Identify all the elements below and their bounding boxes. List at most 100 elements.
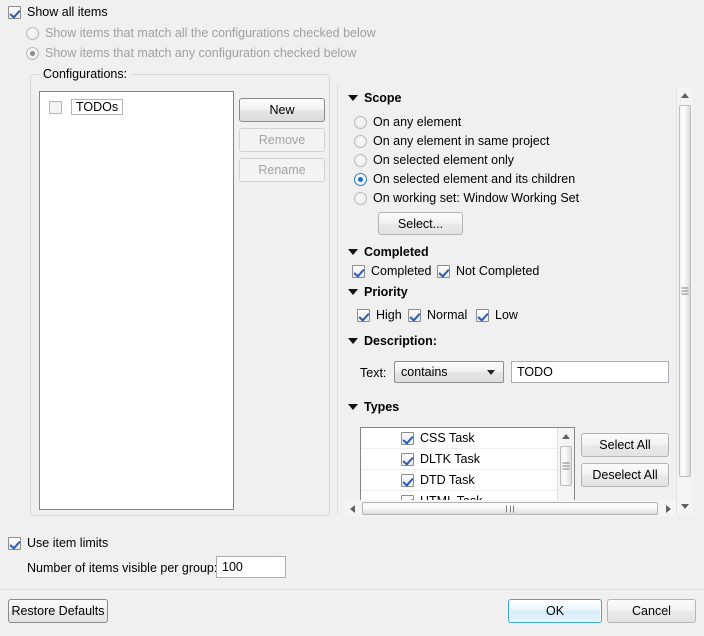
radio-icon (354, 154, 367, 167)
checkbox-icon (437, 265, 450, 278)
remove-button-label: Remove (259, 133, 306, 147)
select-button-label: Select... (398, 217, 443, 231)
chevron-down-icon (348, 289, 358, 295)
scrollbar-thumb[interactable] (560, 446, 572, 486)
description-value-input[interactable]: TODO (511, 361, 669, 383)
checkbox-icon (476, 309, 489, 322)
list-item[interactable]: DTD Task (361, 470, 574, 491)
match-any-radio[interactable]: Show items that match any configuration … (26, 46, 356, 60)
list-item[interactable]: TODOs (40, 92, 233, 115)
remove-button[interactable]: Remove (239, 128, 325, 152)
scope-option-label: On any element in same project (373, 134, 549, 148)
priority-normal-checkbox[interactable]: Normal (408, 308, 467, 322)
type-label: CSS Task (420, 431, 475, 445)
restore-defaults-label: Restore Defaults (11, 604, 104, 618)
ok-button-label: OK (546, 604, 564, 618)
description-text-label: Text: (360, 366, 386, 380)
checkbox-icon[interactable] (49, 101, 62, 114)
pane-divider (337, 84, 338, 514)
scope-option-label: On any element (373, 115, 461, 129)
scroll-right-icon[interactable] (660, 500, 676, 517)
match-any-label: Show items that match any configuration … (45, 46, 356, 60)
completed-title: Completed (364, 245, 429, 259)
description-section-header[interactable]: Description: (348, 334, 437, 348)
checkbox-icon[interactable] (401, 432, 414, 445)
completed-checkbox[interactable]: Completed (352, 264, 431, 278)
types-section-header[interactable]: Types (348, 400, 399, 414)
completed-label: Completed (371, 264, 431, 278)
rename-button-label: Rename (258, 163, 305, 177)
description-value: TODO (517, 365, 553, 379)
right-pane-scrollbar[interactable] (676, 87, 693, 514)
priority-high-label: High (376, 308, 402, 322)
restore-defaults-button[interactable]: Restore Defaults (8, 599, 108, 623)
priority-normal-label: Normal (427, 308, 467, 322)
scope-section-header[interactable]: Scope (348, 91, 402, 105)
scrollbar-thumb[interactable] (679, 105, 691, 477)
match-all-radio[interactable]: Show items that match all the configurat… (26, 26, 376, 40)
scope-option-label: On selected element only (373, 153, 514, 167)
radio-icon (26, 27, 39, 40)
chevron-down-icon (348, 249, 358, 255)
cancel-button-label: Cancel (632, 604, 671, 618)
items-per-group-value: 100 (222, 560, 243, 574)
show-all-items-checkbox[interactable]: Show all items (8, 5, 108, 19)
list-item[interactable]: DLTK Task (361, 449, 574, 470)
select-all-button[interactable]: Select All (581, 433, 669, 457)
not-completed-checkbox[interactable]: Not Completed (437, 264, 539, 278)
scope-option-label: On selected element and its children (373, 172, 575, 186)
types-title: Types (364, 400, 399, 414)
checkbox-icon (8, 6, 21, 19)
types-list[interactable]: CSS Task DLTK Task DTD Task HTML Task (360, 427, 575, 504)
checkbox-icon[interactable] (401, 453, 414, 466)
checkbox-icon (357, 309, 370, 322)
checkbox-icon (352, 265, 365, 278)
rename-button[interactable]: Rename (239, 158, 325, 182)
items-per-group-input[interactable]: 100 (216, 556, 286, 578)
use-item-limits-checkbox[interactable]: Use item limits (8, 536, 108, 550)
scope-option-any-element-same-project[interactable]: On any element in same project (354, 134, 549, 148)
description-operator-value: contains (401, 365, 448, 379)
not-completed-label: Not Completed (456, 264, 539, 278)
type-label: DTD Task (420, 473, 475, 487)
items-per-group-label: Number of items visible per group: (27, 561, 217, 575)
checkbox-icon[interactable] (401, 474, 414, 487)
cancel-button[interactable]: Cancel (607, 599, 696, 623)
right-pane-hscrollbar[interactable] (344, 500, 676, 517)
description-operator-select[interactable]: contains (394, 361, 504, 383)
radio-icon (354, 192, 367, 205)
priority-high-checkbox[interactable]: High (357, 308, 402, 322)
scrollbar-thumb[interactable] (362, 502, 658, 515)
select-working-set-button[interactable]: Select... (378, 212, 463, 235)
scroll-up-icon[interactable] (558, 428, 574, 444)
priority-low-label: Low (495, 308, 518, 322)
radio-icon (26, 47, 39, 60)
scroll-down-icon[interactable] (677, 498, 693, 514)
scope-option-working-set[interactable]: On working set: Window Working Set (354, 191, 579, 205)
completed-section-header[interactable]: Completed (348, 245, 429, 259)
radio-icon (354, 173, 367, 186)
use-item-limits-label: Use item limits (27, 536, 108, 550)
deselect-all-button[interactable]: Deselect All (581, 463, 669, 487)
priority-section-header[interactable]: Priority (348, 285, 408, 299)
new-button-label: New (269, 103, 294, 117)
scroll-left-icon[interactable] (344, 500, 360, 517)
chevron-down-icon (348, 404, 358, 410)
configuration-item-label: TODOs (71, 99, 123, 115)
new-button[interactable]: New (239, 98, 325, 122)
ok-button[interactable]: OK (508, 599, 602, 623)
priority-low-checkbox[interactable]: Low (476, 308, 518, 322)
scope-option-selected-element-only[interactable]: On selected element only (354, 153, 514, 167)
show-all-items-label: Show all items (27, 5, 108, 19)
filters-dialog: Show all items Show items that match all… (0, 0, 704, 636)
scroll-up-icon[interactable] (677, 87, 693, 103)
scope-option-selected-element-and-children[interactable]: On selected element and its children (354, 172, 575, 186)
configurations-list[interactable]: TODOs (39, 91, 234, 510)
scope-option-any-element[interactable]: On any element (354, 115, 461, 129)
checkbox-icon (8, 537, 21, 550)
types-list-scrollbar[interactable] (557, 428, 574, 503)
deselect-all-label: Deselect All (592, 468, 657, 482)
list-item[interactable]: CSS Task (361, 428, 574, 449)
radio-icon (354, 116, 367, 129)
footer-divider (0, 589, 704, 590)
